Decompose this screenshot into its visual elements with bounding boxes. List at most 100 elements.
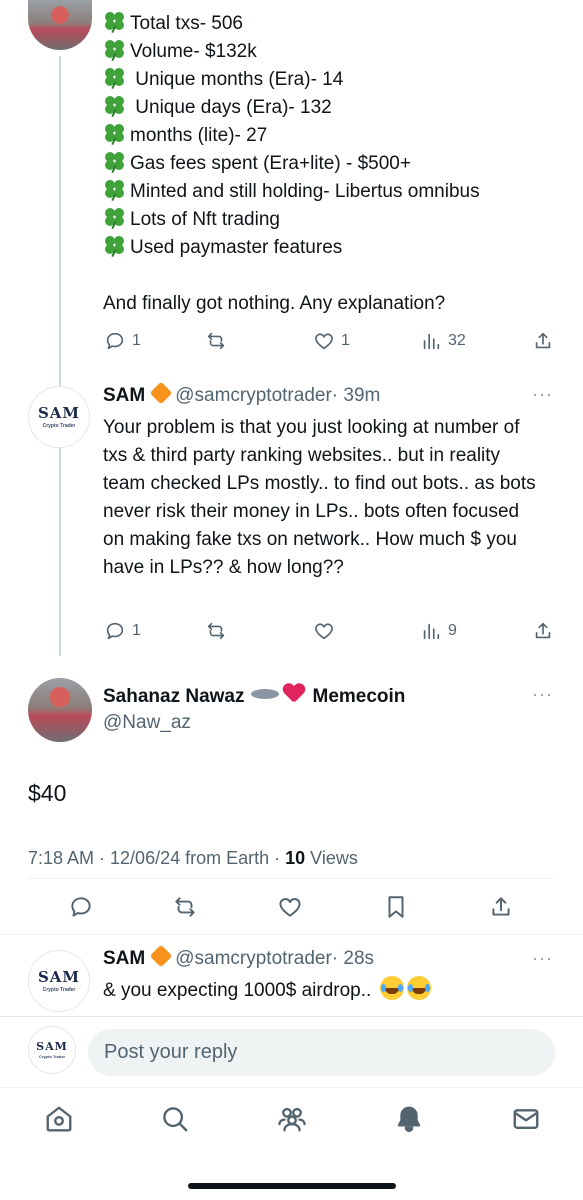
tweet-line: months (lite)- 27 xyxy=(103,122,573,150)
sam-logo: SAM xyxy=(37,967,81,986)
clover-icon xyxy=(103,208,127,230)
like-button[interactable] xyxy=(277,894,303,920)
orange-diamond-icon xyxy=(149,381,173,405)
like-count: 1 xyxy=(341,332,350,349)
timestamp[interactable]: 7:18 AM · 12/06/24 from Earth · xyxy=(28,848,285,868)
red-heart-emoji-icon xyxy=(283,684,305,704)
reply-count: 1 xyxy=(132,622,141,639)
clover-icon xyxy=(103,180,127,202)
tweet-closing: And finally got nothing. Any explanation… xyxy=(103,293,446,314)
divider xyxy=(0,1087,583,1088)
reply-count: 1 xyxy=(132,332,141,349)
divider xyxy=(0,934,583,935)
ufo-emoji-icon xyxy=(250,689,279,699)
author-handle[interactable]: @samcryptotrader xyxy=(175,385,332,406)
clover-icon xyxy=(103,12,127,34)
share-button[interactable] xyxy=(532,620,554,642)
reply-icon xyxy=(106,332,124,350)
nav-messages[interactable] xyxy=(511,1104,541,1139)
reply-placeholder: Post your reply xyxy=(104,1041,238,1063)
repost-icon xyxy=(207,332,225,350)
search-icon xyxy=(163,1107,188,1132)
repost-icon xyxy=(175,897,195,917)
share-icon xyxy=(535,622,551,639)
thread-line xyxy=(59,56,61,656)
sam-logo-subtitle: Crypto Trader xyxy=(42,986,76,993)
author-handle[interactable]: @samcryptotrader xyxy=(175,948,332,969)
views-label: Views xyxy=(305,848,358,868)
nav-home[interactable] xyxy=(44,1104,74,1139)
home-icon xyxy=(46,1106,72,1132)
views-icon xyxy=(423,623,440,640)
timestamp[interactable]: · 28s xyxy=(332,948,374,969)
nav-communities[interactable] xyxy=(277,1104,307,1139)
communities-icon xyxy=(278,1107,306,1132)
views-count: 9 xyxy=(448,622,457,639)
clover-icon xyxy=(103,40,127,62)
composer-avatar[interactable]: SAM Crypto Trader xyxy=(28,1026,76,1074)
avatar[interactable] xyxy=(28,0,92,50)
share-button[interactable] xyxy=(532,330,554,352)
views-count: 10 xyxy=(285,848,306,868)
author-handle[interactable]: @Naw_az xyxy=(103,712,191,734)
nav-notifications[interactable] xyxy=(394,1104,424,1139)
repost-button[interactable] xyxy=(205,620,227,642)
more-icon[interactable]: ··· xyxy=(532,384,553,405)
reply-input[interactable]: Post your reply xyxy=(88,1029,555,1076)
heart-icon xyxy=(279,898,301,917)
avatar[interactable]: SAM Crypto Trader xyxy=(28,950,90,1012)
tweet-line: Lots of Nft trading xyxy=(103,206,573,234)
like-button[interactable] xyxy=(313,620,335,642)
tweet-line: Minted and still holding- Libertus omnib… xyxy=(103,178,573,206)
views-count: 32 xyxy=(448,332,466,349)
reply-button[interactable] xyxy=(68,894,94,920)
nav-search[interactable] xyxy=(160,1104,190,1139)
like-button[interactable]: 1 xyxy=(313,330,350,352)
author-name-suffix[interactable]: Memecoin xyxy=(313,686,406,707)
author-name[interactable]: SAM xyxy=(103,385,145,406)
share-icon xyxy=(492,897,510,916)
bell-icon xyxy=(397,1106,421,1132)
repost-button[interactable] xyxy=(172,894,198,920)
reply-header: SAM @samcryptotrader· 39m xyxy=(103,381,381,407)
repost-button[interactable] xyxy=(205,330,227,352)
share-button[interactable] xyxy=(488,894,514,920)
laughing-emoji-icon xyxy=(379,976,404,1000)
clover-icon xyxy=(103,152,127,174)
more-icon[interactable]: ··· xyxy=(532,684,553,705)
home-indicator[interactable] xyxy=(188,1183,396,1189)
divider xyxy=(28,878,555,879)
laughing-emoji-icon xyxy=(406,976,431,1000)
clover-icon xyxy=(103,68,127,90)
reply-icon xyxy=(71,897,91,917)
reply-button[interactable]: 1 xyxy=(104,620,141,642)
views-button[interactable]: 9 xyxy=(420,620,457,642)
tweet-line: Unique months (Era)- 14 xyxy=(103,66,573,94)
views-icon xyxy=(423,333,440,350)
sam-logo-subtitle: Crypto Trader xyxy=(42,422,76,429)
clover-icon xyxy=(103,96,127,118)
reply-icon xyxy=(106,622,124,640)
avatar[interactable] xyxy=(28,678,92,742)
clover-icon xyxy=(103,124,127,146)
reply-text-content: & you expecting 1000$ airdrop.. xyxy=(103,980,372,1001)
sam-logo: SAM xyxy=(37,403,81,422)
reply-button[interactable]: 1 xyxy=(104,330,141,352)
orange-diamond-icon xyxy=(149,944,173,968)
tweet-line: Volume- $132k xyxy=(103,38,573,66)
author-name[interactable]: SAM xyxy=(103,948,145,969)
tweet-body: Total txs- 506 Volume- $132k Unique mont… xyxy=(103,10,573,318)
heart-icon xyxy=(315,333,333,350)
reply-header: SAM @samcryptotrader· 28s xyxy=(103,944,374,970)
repost-icon xyxy=(207,622,225,640)
author-name[interactable]: Sahanaz Nawaz xyxy=(103,686,245,707)
views-button[interactable]: 32 xyxy=(420,330,466,352)
tweet-meta: 7:18 AM · 12/06/24 from Earth · 10 Views xyxy=(28,848,358,869)
tweet-line: Unique days (Era)- 132 xyxy=(103,94,573,122)
bookmark-button[interactable] xyxy=(383,894,409,920)
mail-icon xyxy=(513,1109,539,1129)
reply-text: & you expecting 1000$ airdrop.. xyxy=(103,976,431,1005)
timestamp[interactable]: · 39m xyxy=(332,385,381,406)
more-icon[interactable]: ··· xyxy=(532,948,553,969)
avatar[interactable]: SAM Crypto Trader xyxy=(28,386,90,448)
